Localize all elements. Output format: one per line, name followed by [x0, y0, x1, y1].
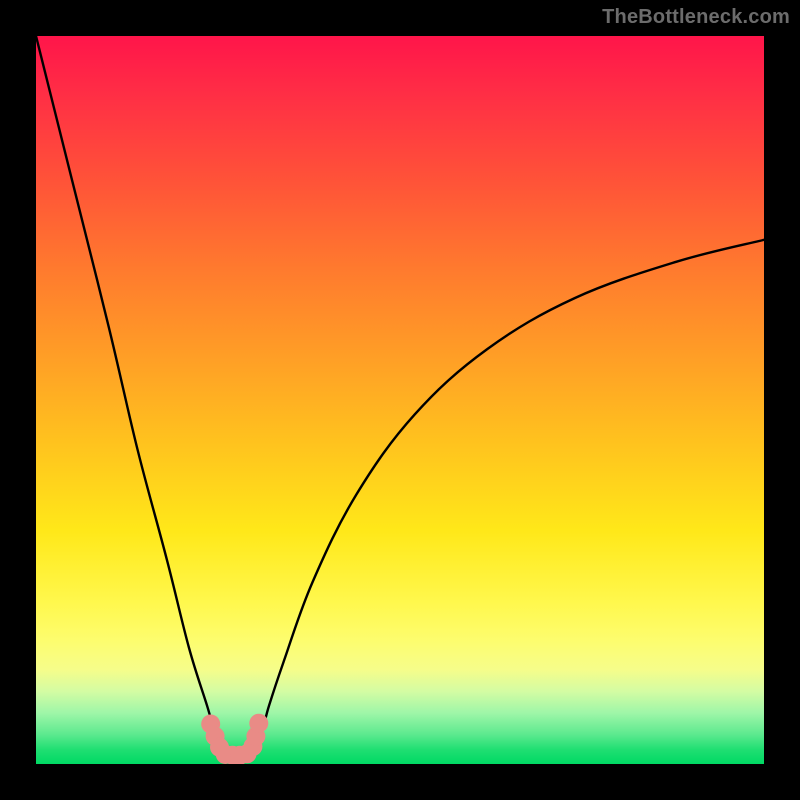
chart-frame: TheBottleneck.com — [0, 0, 800, 800]
curve-layer — [36, 36, 764, 764]
plot-area — [36, 36, 764, 764]
bottleneck-curve-path — [36, 36, 764, 763]
bottleneck-curve — [36, 36, 764, 763]
optimum-marker — [249, 714, 268, 733]
optimum-markers — [201, 714, 268, 764]
attribution-text: TheBottleneck.com — [602, 6, 790, 29]
